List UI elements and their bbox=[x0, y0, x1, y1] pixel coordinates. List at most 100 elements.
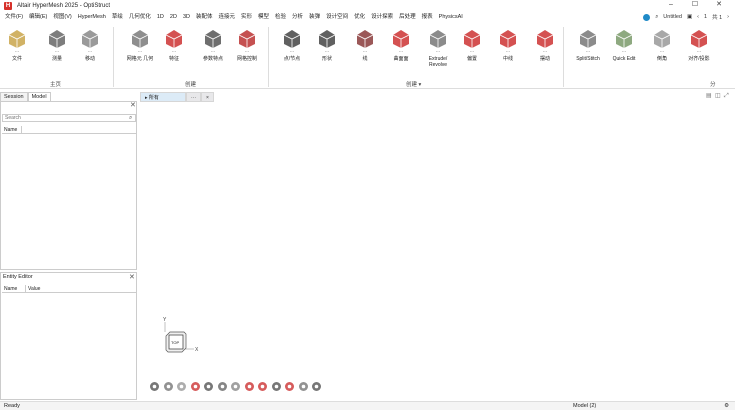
tool-options-icon[interactable]: ··· bbox=[172, 50, 177, 55]
menu-item[interactable]: 分析 bbox=[289, 11, 306, 23]
view-tool-icon[interactable] bbox=[270, 380, 283, 393]
column-name[interactable]: Name bbox=[2, 285, 26, 292]
view-tool-icon[interactable] bbox=[229, 380, 242, 393]
tool-options-icon[interactable]: ··· bbox=[325, 50, 330, 55]
column-name[interactable]: Name bbox=[2, 126, 22, 133]
tool-extrude-revolve[interactable]: ··· Extrude/ Revolve bbox=[421, 25, 455, 68]
search-icon[interactable]: ⌕ bbox=[655, 14, 658, 21]
tab-all[interactable]: ▸ 所有 bbox=[140, 92, 186, 102]
menu-item[interactable]: 设计空间 bbox=[323, 11, 351, 23]
tool-options-icon[interactable]: ··· bbox=[15, 50, 20, 55]
view-tool-icon[interactable] bbox=[256, 380, 269, 393]
tool-file[interactable]: ··· 文件 bbox=[0, 25, 34, 62]
close-entity-editor-icon[interactable]: ✕ bbox=[129, 273, 135, 281]
tool-quick-edit[interactable]: ··· Quick Edit bbox=[607, 25, 641, 62]
view-cube[interactable]: Y X TOP bbox=[160, 316, 200, 356]
tool-options-icon[interactable]: ··· bbox=[399, 50, 404, 55]
tool-points-nodes[interactable]: ··· 点/节点 bbox=[275, 25, 309, 62]
tool-options-icon[interactable]: ··· bbox=[436, 50, 441, 55]
menu-item[interactable]: 装配体 bbox=[193, 11, 216, 23]
tab-model[interactable]: Model bbox=[27, 92, 51, 101]
column-value[interactable]: Value bbox=[26, 285, 136, 292]
view-tool-icon[interactable] bbox=[283, 380, 296, 393]
page-next-icon[interactable]: › bbox=[727, 14, 729, 20]
tool-feature[interactable]: ··· 特征 bbox=[157, 25, 191, 62]
tool-split-stitch[interactable]: ··· Split/Stitch bbox=[571, 25, 605, 62]
menu-item[interactable]: 编辑(E) bbox=[26, 11, 50, 23]
maximize-button[interactable]: ☐ bbox=[683, 0, 707, 11]
menu-item[interactable]: 视图(V) bbox=[50, 11, 74, 23]
view-tool-icon[interactable] bbox=[310, 380, 323, 393]
menu-item[interactable]: 1D bbox=[154, 11, 167, 23]
status-model[interactable]: Model (2) bbox=[573, 402, 596, 410]
help-icon[interactable] bbox=[643, 13, 651, 21]
tab-session[interactable]: Session bbox=[0, 92, 28, 101]
menu-item[interactable]: 优化 bbox=[351, 11, 368, 23]
menu-item[interactable]: 设计探索 bbox=[368, 11, 396, 23]
tool-param[interactable]: ··· 参数特点 bbox=[196, 25, 230, 62]
tool-options-icon[interactable]: ··· bbox=[543, 50, 548, 55]
menu-item[interactable]: 2D bbox=[167, 11, 180, 23]
window-layout-icon[interactable]: ▣ bbox=[687, 14, 692, 20]
layout-icon[interactable]: ▤ bbox=[706, 93, 713, 100]
tool-move[interactable]: ··· 移动 bbox=[73, 25, 107, 62]
tool-options-icon[interactable]: ··· bbox=[245, 50, 250, 55]
model-name-dropdown[interactable]: Untitled bbox=[663, 14, 682, 20]
menu-item[interactable]: 报表 bbox=[419, 11, 436, 23]
close-window-button[interactable]: ✕ bbox=[707, 0, 731, 11]
view-tool-icon[interactable] bbox=[243, 380, 256, 393]
settings-icon[interactable]: ⚙ bbox=[724, 402, 729, 410]
view-tool-icon[interactable] bbox=[202, 380, 215, 393]
tab-close[interactable]: × bbox=[201, 92, 214, 102]
tool-options-icon[interactable]: ··· bbox=[622, 50, 627, 55]
tool-options-icon[interactable]: ··· bbox=[697, 50, 702, 55]
graphics-viewport[interactable]: ▸ 所有 ··· × ▤ ◫ ⤢ Y X TOP bbox=[138, 91, 735, 401]
tool-options-icon[interactable]: ··· bbox=[290, 50, 295, 55]
view-tool-icon[interactable] bbox=[148, 380, 161, 393]
menu-item[interactable]: PhysicsAI bbox=[436, 11, 466, 23]
menu-item[interactable]: 装弹 bbox=[306, 11, 323, 23]
view-tool-icon[interactable] bbox=[216, 380, 229, 393]
tab-more[interactable]: ··· bbox=[186, 92, 201, 102]
menu-item[interactable]: 后处理 bbox=[396, 11, 419, 23]
view-tool-icon[interactable] bbox=[189, 380, 202, 393]
search-input[interactable] bbox=[2, 114, 136, 122]
tool-swing[interactable]: ··· 摆动 bbox=[528, 25, 562, 62]
menu-item[interactable]: 模型 bbox=[255, 11, 272, 23]
tool-mesh-geometry[interactable]: ··· 网格元 几何 bbox=[123, 25, 157, 62]
tool-surface[interactable]: ··· 曲面面 bbox=[384, 25, 418, 62]
tool-options-icon[interactable]: ··· bbox=[363, 50, 368, 55]
search-icon[interactable]: ⌕ bbox=[129, 115, 132, 122]
tool-options-icon[interactable]: ··· bbox=[506, 50, 511, 55]
menu-item[interactable]: 草绘 bbox=[109, 11, 126, 23]
tool-offset[interactable]: ··· 偏置 bbox=[455, 25, 489, 62]
tool-line[interactable]: ··· 线 bbox=[348, 25, 382, 62]
tool-align-project[interactable]: ··· 对齐/投影 bbox=[682, 25, 716, 62]
tool-options-icon[interactable]: ··· bbox=[586, 50, 591, 55]
tool-options-icon[interactable]: ··· bbox=[138, 50, 143, 55]
split-icon[interactable]: ◫ bbox=[715, 93, 722, 100]
menu-item[interactable]: 连接元 bbox=[215, 11, 238, 23]
tool-options-icon[interactable]: ··· bbox=[88, 50, 93, 55]
view-tool-icon[interactable] bbox=[162, 380, 175, 393]
minimize-button[interactable]: – bbox=[659, 0, 683, 11]
view-tool-icon[interactable] bbox=[175, 380, 188, 393]
tool-shape[interactable]: ··· 形状 bbox=[310, 25, 344, 62]
menu-item[interactable]: HyperMesh bbox=[75, 11, 109, 23]
menu-item[interactable]: 文件(F) bbox=[2, 11, 26, 23]
menu-item[interactable]: 3D bbox=[180, 11, 193, 23]
tool-midline[interactable]: ··· 中线 bbox=[491, 25, 525, 62]
tool-options-icon[interactable]: ··· bbox=[470, 50, 475, 55]
menu-item[interactable]: 实形 bbox=[238, 11, 255, 23]
expand-icon[interactable]: ⤢ bbox=[724, 93, 731, 100]
tool-options-icon[interactable]: ··· bbox=[660, 50, 665, 55]
tool-options-icon[interactable]: ··· bbox=[211, 50, 216, 55]
tool-measure[interactable]: ··· 测量 bbox=[40, 25, 74, 62]
close-panel-icon[interactable]: ✕ bbox=[130, 101, 136, 109]
tool-mesh-control[interactable]: ··· 网格控制 bbox=[230, 25, 264, 62]
tool-chamfer[interactable]: ··· 倒角 bbox=[645, 25, 679, 62]
tool-options-icon[interactable]: ··· bbox=[55, 50, 60, 55]
page-prev-icon[interactable]: ‹ bbox=[697, 14, 699, 20]
menu-item[interactable]: 检验 bbox=[272, 11, 289, 23]
view-tool-icon[interactable] bbox=[297, 380, 310, 393]
